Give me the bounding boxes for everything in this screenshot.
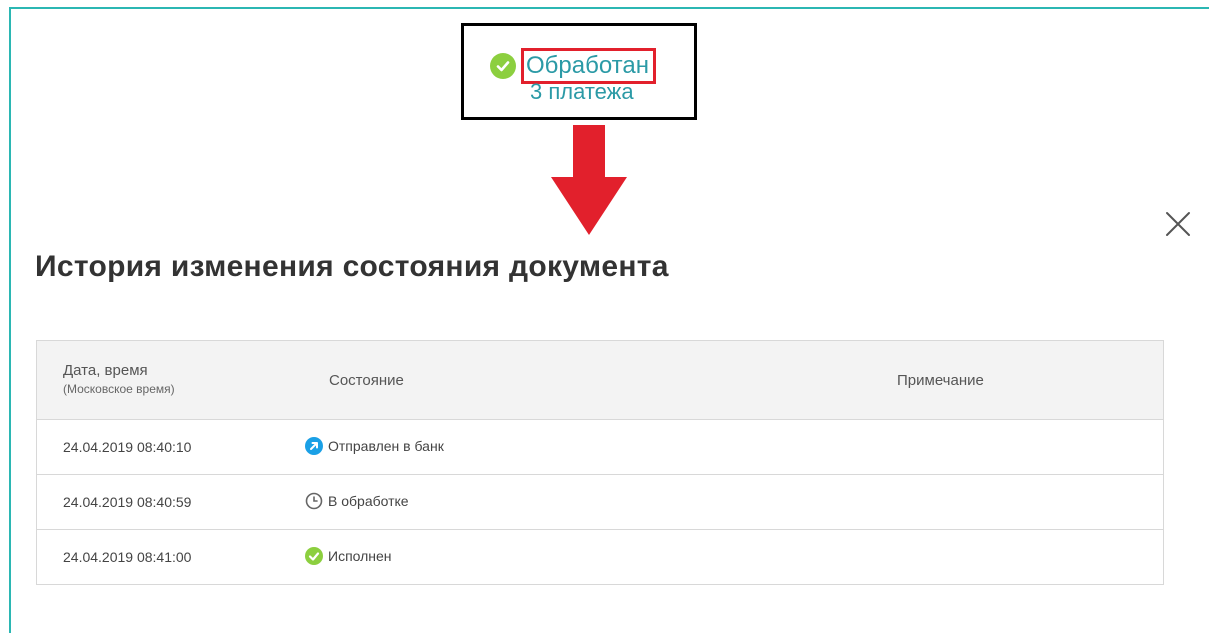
sent-arrow-icon [305, 437, 323, 455]
table-row: 24.04.2019 08:40:59 В обработке [37, 475, 1163, 530]
row-datetime: 24.04.2019 08:40:59 [63, 494, 192, 510]
payments-link[interactable]: 3 платежа [530, 79, 634, 105]
header-note: Примечание [897, 372, 984, 389]
arrow-down-icon [551, 125, 627, 235]
row-datetime: 24.04.2019 08:41:00 [63, 549, 192, 565]
table-row: 24.04.2019 08:40:10 Отправлен в банк [37, 420, 1163, 475]
row-state: Исполнен [305, 547, 392, 565]
row-state: В обработке [305, 492, 409, 510]
row-state-label: В обработке [328, 493, 409, 509]
check-icon [305, 547, 323, 565]
header-date: Дата, время (Московское время) [63, 362, 175, 396]
clock-icon [305, 492, 323, 510]
table-header: Дата, время (Московское время) Состояние… [37, 341, 1163, 420]
table-row: 24.04.2019 08:41:00 Исполнен [37, 530, 1163, 585]
check-icon [490, 53, 516, 79]
close-icon [1166, 212, 1190, 236]
row-datetime: 24.04.2019 08:40:10 [63, 439, 192, 455]
dialog-title: История изменения состояния документа [35, 250, 669, 283]
header-date-label: Дата, время [63, 362, 148, 379]
row-state-label: Исполнен [328, 548, 392, 564]
history-table: Дата, время (Московское время) Состояние… [36, 340, 1164, 585]
row-state-label: Отправлен в банк [328, 438, 444, 454]
annotation-callout: Обработан 3 платежа [461, 23, 697, 120]
header-date-sub: (Московское время) [63, 382, 175, 396]
row-state: Отправлен в банк [305, 437, 444, 455]
header-state: Состояние [329, 372, 404, 389]
close-button[interactable] [1163, 209, 1193, 239]
